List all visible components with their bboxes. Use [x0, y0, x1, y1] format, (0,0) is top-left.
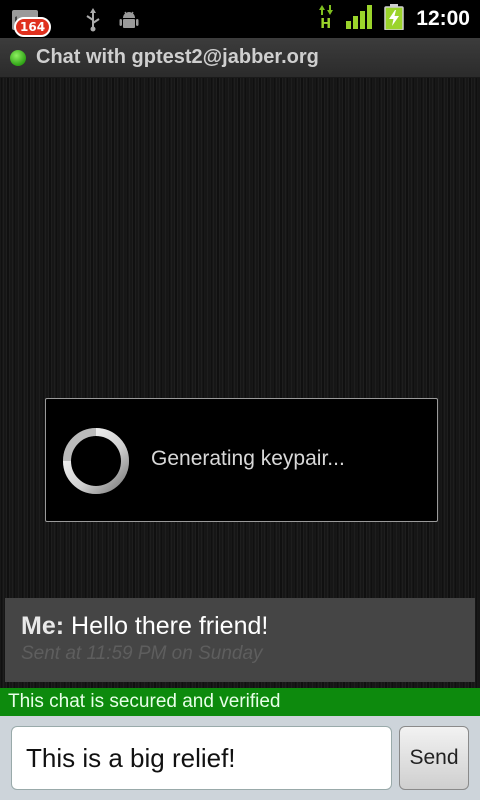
send-button[interactable]: Send: [399, 726, 469, 790]
message-sender: Me:: [21, 612, 65, 640]
usb-icon: [82, 8, 104, 32]
message-text: Hello there friend!: [71, 612, 269, 640]
signal-icon: [346, 5, 373, 33]
spinner-icon: [63, 428, 129, 494]
status-bar: 164 H 12:00: [0, 0, 480, 38]
network-h-icon: H: [318, 5, 334, 33]
network-type-label: H: [320, 17, 332, 32]
presence-status-icon: [10, 49, 26, 66]
chat-title: Chat with gptest2@jabber.org: [36, 46, 319, 68]
notification-mail: 164: [10, 7, 52, 37]
android-debug-icon: [118, 8, 140, 32]
chat-history-area[interactable]: [0, 78, 480, 688]
compose-area: This is a big relief! Send: [0, 716, 480, 800]
message-input[interactable]: This is a big relief!: [11, 726, 392, 790]
notification-count-badge: 164: [14, 17, 52, 37]
chat-message[interactable]: Me: Hello there friend! Sent at 11:59 PM…: [5, 598, 475, 682]
chat-title-bar: Chat with gptest2@jabber.org: [0, 38, 480, 78]
status-bar-right: H 12:00: [318, 0, 470, 38]
status-bar-left: 164: [10, 6, 140, 37]
progress-dialog: Generating keypair...: [45, 398, 438, 522]
message-line: Me: Hello there friend!: [21, 612, 475, 641]
progress-message: Generating keypair...: [151, 447, 345, 470]
security-status-bar[interactable]: This chat is secured and verified: [0, 688, 480, 716]
message-timestamp: Sent at 11:59 PM on Sunday: [21, 643, 263, 664]
battery-charging-icon: [384, 4, 405, 34]
clock: 12:00: [416, 7, 470, 30]
